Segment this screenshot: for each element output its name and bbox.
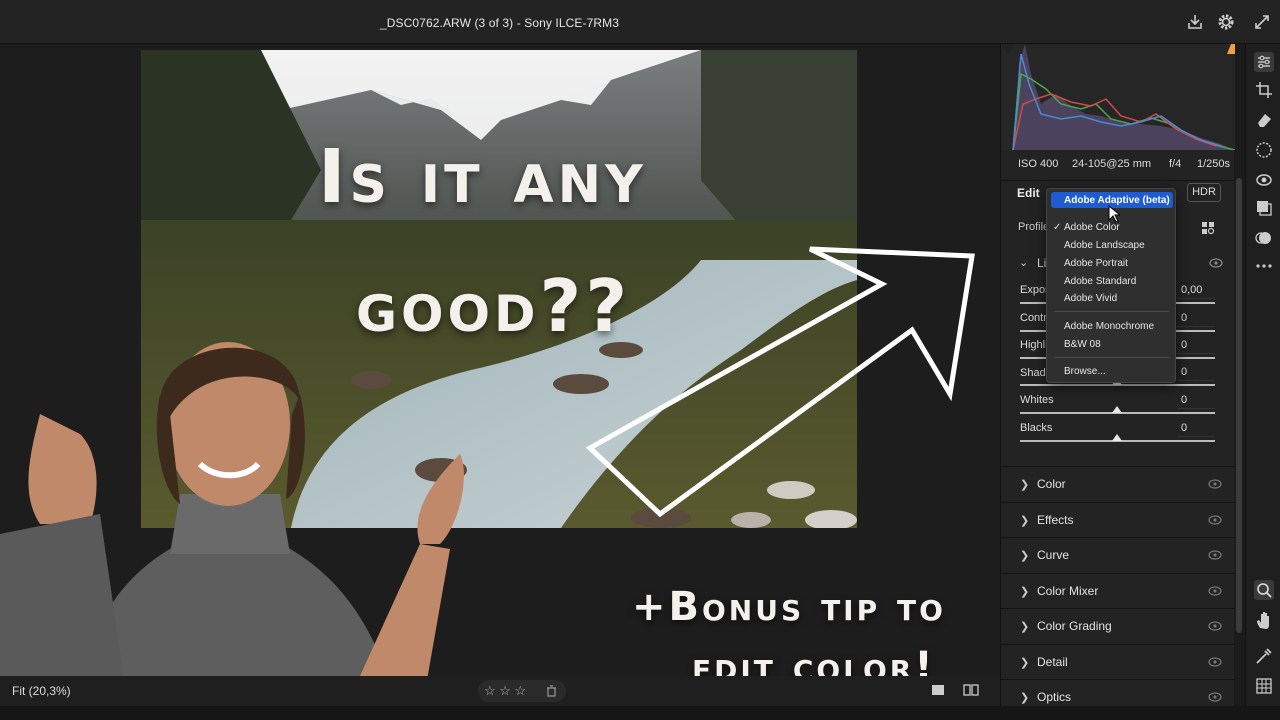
eye-icon[interactable] [1208,515,1222,525]
contrast-label: Contr [1020,312,1047,324]
tool-strip [1245,44,1280,706]
exif-shutter: 1/250s [1197,158,1231,170]
eye-icon[interactable] [1208,621,1222,631]
histogram [1001,44,1235,150]
trash-icon[interactable] [546,685,557,697]
eye-icon[interactable] [1209,258,1223,268]
menu-separator [1055,357,1169,358]
eye-icon[interactable] [1208,657,1222,667]
section-label: Color Grading [1037,619,1112,633]
blacks-value[interactable]: 0 [1177,420,1215,437]
edit-title: Edit [1017,186,1040,200]
zoom-icon[interactable] [1254,580,1274,600]
menu-item-browse[interactable]: Browse... [1064,366,1106,377]
compare-view-icon[interactable] [963,682,979,698]
snapshot-icon[interactable] [1254,228,1274,248]
section-curve[interactable]: ❯ Curve [1001,537,1235,572]
section-effects[interactable]: ❯ Effects [1001,502,1235,537]
panel-scrollbar[interactable] [1236,178,1242,633]
headline-line-1: Is it any [318,134,647,220]
light-chevron-icon[interactable]: ⌄ [1019,256,1028,269]
zoom-level[interactable]: Fit (20,3%) [12,684,71,698]
exif-iso: ISO 400 [1018,158,1059,170]
contrast-value[interactable]: 0 [1177,310,1215,327]
exif-lens: 24-105@25 mm [1072,158,1152,170]
filmstrip-toolbar: Fit (20,3%) ☆ ☆ ☆ [0,676,1000,706]
menu-item-adobe-landscape[interactable]: Adobe Landscape [1064,240,1145,251]
blacks-thumb[interactable] [1112,434,1122,441]
chevron-right-icon: ❯ [1020,479,1030,491]
section-label: Optics [1037,690,1072,704]
section-label: Effects [1037,513,1074,527]
menu-item-adobe-monochrome[interactable]: Adobe Monochrome [1064,321,1154,332]
section-label: Color Mixer [1037,584,1099,598]
whites-label: Whites [1020,394,1054,406]
section-label: Detail [1037,655,1068,669]
highlights-value[interactable]: 0 [1177,337,1215,354]
mask-icon[interactable] [1254,140,1274,160]
section-label: Color [1037,477,1066,491]
mouse-cursor-icon [1108,205,1120,223]
single-view-icon[interactable] [930,682,946,698]
image-canvas[interactable]: Is it any good?? +Bonus tip to edit colo… [0,44,1000,720]
hdr-button[interactable]: HDR [1187,183,1221,202]
more-icon[interactable] [1254,256,1274,276]
exif-aperture: f/4 [1169,158,1182,170]
title-bar: _DSC0762.ARW (3 of 3) - Sony ILCE-7RM3 [0,0,1280,44]
bonus-line-1: +Bonus tip to [632,584,946,630]
section-detail[interactable]: ❯ Detail [1001,644,1235,679]
eye-icon[interactable] [1208,692,1222,702]
chevron-right-icon: ❯ [1020,657,1030,669]
highlights-label: Highli [1020,339,1048,351]
section-optics[interactable]: ❯ Optics [1001,679,1235,706]
save-icon[interactable] [1185,12,1205,32]
section-color[interactable]: ❯ Color [1001,466,1235,501]
chevron-right-icon: ❯ [1020,621,1030,633]
eye-icon[interactable] [1208,550,1222,560]
whites-value[interactable]: 0 [1177,392,1215,409]
rating-stars[interactable]: ☆ ☆ ☆ [484,683,526,698]
presenter-person [0,342,464,720]
chevron-right-icon: ❯ [1020,550,1030,562]
shadows-value[interactable]: 0 [1177,364,1215,381]
menu-item-adobe-portrait[interactable]: Adobe Portrait [1064,258,1128,269]
chevron-right-icon: ❯ [1020,586,1030,598]
gear-icon[interactable] [1216,12,1236,32]
checkmark-icon: ✓ [1053,222,1062,233]
section-color-mixer[interactable]: ❯ Color Mixer [1001,573,1235,608]
menu-item-bw-08[interactable]: B&W 08 [1064,339,1101,350]
presets-icon[interactable] [1254,198,1274,218]
menu-item-adobe-color[interactable]: Adobe Color [1064,222,1120,233]
app-window: _DSC0762.ARW (3 of 3) - Sony ILCE-7RM3 I… [0,0,1280,720]
menu-item-adobe-vivid[interactable]: Adobe Vivid [1064,293,1117,304]
menu-item-adobe-standard[interactable]: Adobe Standard [1064,276,1136,287]
star-rating[interactable]: ☆ ☆ ☆ [478,680,566,702]
pointer-arrow [585,246,975,518]
section-color-grading[interactable]: ❯ Color Grading [1001,608,1235,643]
chevron-right-icon: ❯ [1020,515,1030,527]
chevron-right-icon: ❯ [1020,692,1030,704]
redeye-icon[interactable] [1254,170,1274,190]
profile-label: Profile [1018,221,1050,233]
hand-icon[interactable] [1254,610,1274,630]
section-label: Curve [1037,548,1070,562]
grid-view-icon[interactable] [1201,221,1215,235]
grid-icon[interactable] [1254,676,1274,696]
exposure-value[interactable]: 0,00 [1177,282,1215,299]
eye-icon[interactable] [1208,586,1222,596]
light-section-title[interactable]: Li [1037,256,1046,270]
eyedropper-icon[interactable] [1254,646,1274,666]
sliders-icon[interactable] [1254,52,1274,72]
eraser-icon[interactable] [1254,110,1274,130]
window-title: _DSC0762.ARW (3 of 3) - Sony ILCE-7RM3 [380,16,620,30]
blacks-label: Blacks [1020,422,1053,434]
fullscreen-icon[interactable] [1252,12,1272,32]
whites-thumb[interactable] [1112,406,1122,413]
crop-icon[interactable] [1254,80,1274,100]
headline-line-2: good?? [356,264,632,348]
eye-icon[interactable] [1208,479,1222,489]
status-bar [0,706,1280,720]
menu-separator [1055,311,1169,312]
